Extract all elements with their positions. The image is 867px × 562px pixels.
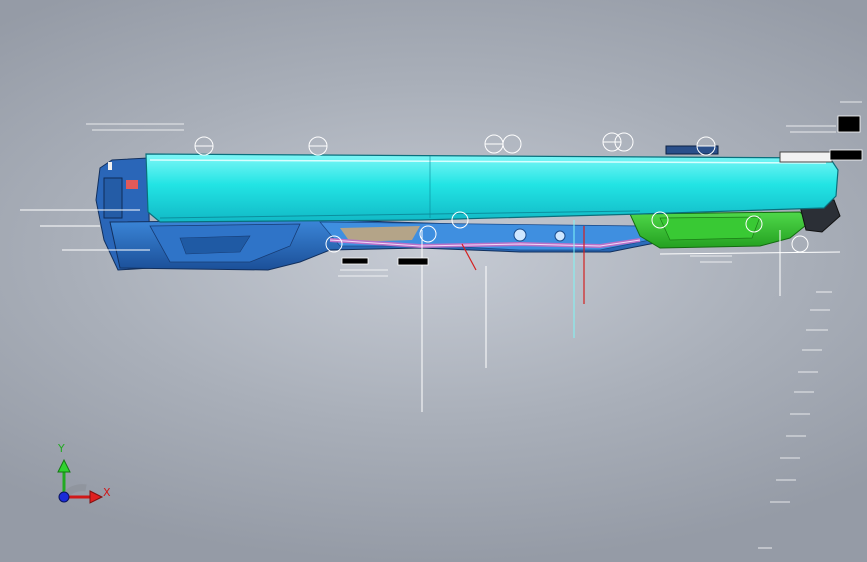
triad-x-label: X bbox=[103, 486, 111, 499]
triad-y-label: Y bbox=[58, 442, 65, 455]
cad-model-view[interactable] bbox=[0, 0, 867, 562]
graphics-viewport[interactable]: Y X bbox=[0, 0, 867, 562]
top-shell[interactable] bbox=[145, 145, 839, 223]
